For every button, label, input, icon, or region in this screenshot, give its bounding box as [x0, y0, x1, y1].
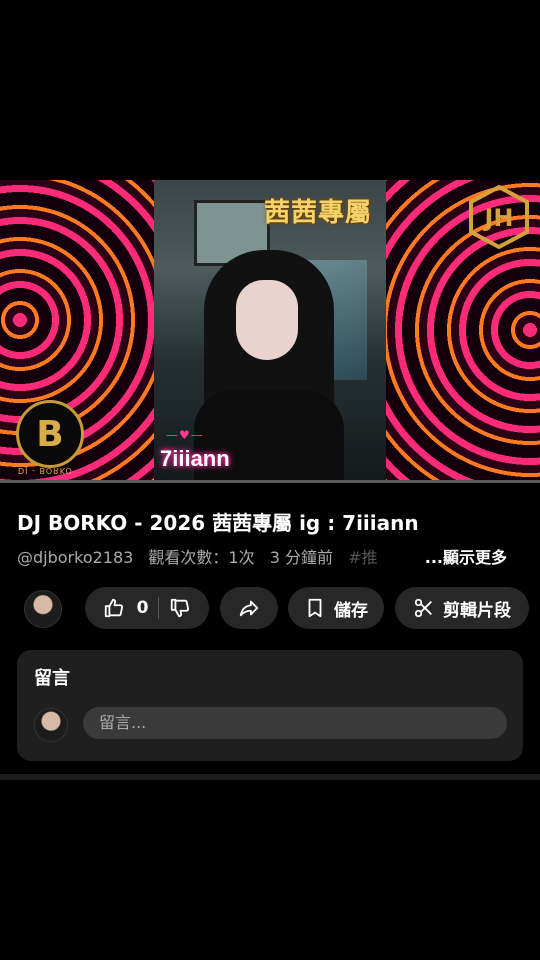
upload-time: 3 分鐘前 [269, 548, 333, 567]
like-count: 0 [136, 598, 149, 618]
b-logo-caption: DJ - BORKO [18, 466, 73, 475]
b-logo-icon: B [16, 400, 84, 468]
clip-button[interactable]: 剪輯片段 [395, 587, 529, 629]
like-divider [158, 597, 160, 619]
video-progress-bar[interactable] [0, 480, 540, 483]
save-button[interactable]: 儲存 [288, 587, 384, 629]
video-title: DJ BORKO - 2026 茜茜專屬 ig : 7iiiann [17, 511, 419, 535]
jh-logo-icon: JH [469, 184, 529, 250]
like-button[interactable]: 0 [103, 597, 149, 619]
save-label: 儲存 [334, 600, 368, 621]
comments-title: 留言 [34, 668, 70, 689]
user-avatar [34, 708, 68, 742]
heart-decoration: —♥— [166, 428, 204, 442]
dislike-button[interactable] [169, 597, 191, 619]
comments-card[interactable]: 留言 留言... [17, 650, 523, 761]
thumbs-up-icon [104, 598, 123, 618]
section-divider [0, 774, 540, 780]
video-meta: @djborko2183 觀看次數：1次 3 分鐘前 #推 ...顯示更多 [17, 544, 517, 568]
jh-logo-text: JH [482, 204, 513, 232]
scissors-icon [414, 598, 432, 618]
video-photo: 茜茜專屬 —♥— 7iiiann [154, 180, 386, 480]
channel-avatar[interactable] [24, 590, 62, 628]
like-dislike-group: 0 [85, 587, 209, 629]
bookmark-icon [308, 598, 322, 618]
hashtag[interactable]: #推 [348, 548, 377, 567]
overlay-handle: 7iiiann [160, 446, 230, 471]
show-more-button[interactable]: ...顯示更多 [402, 544, 507, 568]
clip-label: 剪輯片段 [443, 600, 511, 621]
comment-input[interactable]: 留言... [83, 707, 507, 739]
share-icon [239, 600, 259, 617]
view-count: 觀看次數：1次 [148, 548, 255, 567]
channel-handle[interactable]: @djborko2183 [17, 548, 133, 567]
thumbs-down-icon [171, 598, 190, 618]
share-button[interactable] [220, 587, 278, 629]
b-logo-text: B [36, 413, 64, 455]
video-player[interactable]: 茜茜專屬 —♥— 7iiiann JH B DJ - BORKO [0, 180, 540, 482]
overlay-title: 茜茜專屬 [264, 198, 373, 228]
photo-person-face [236, 280, 298, 360]
